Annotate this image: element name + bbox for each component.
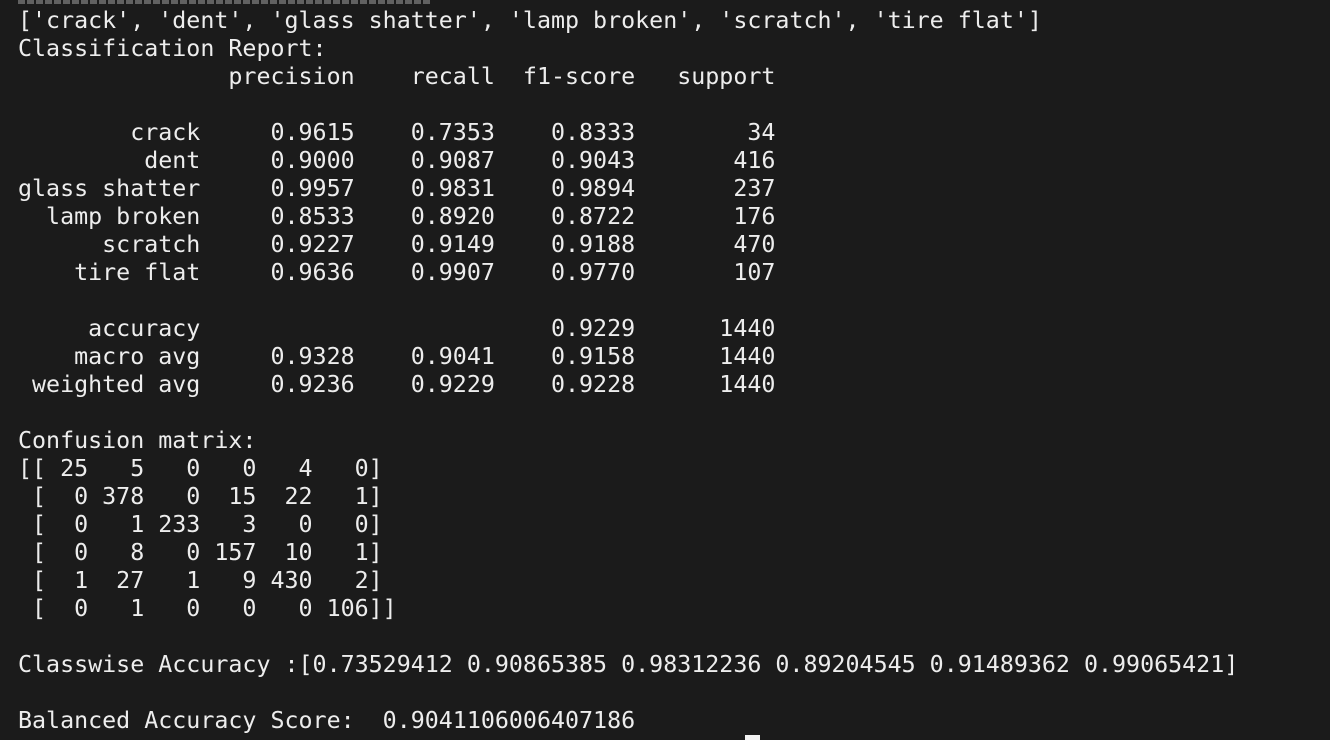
- output-text: ['crack', 'dent', 'glass shatter', 'lamp…: [18, 7, 1238, 735]
- terminal-output: ['crack', 'dent', 'glass shatter', 'lamp…: [0, 0, 1330, 740]
- report-row: lamp broken 0.8533 0.8920 0.8722 176: [18, 203, 776, 230]
- report-row: glass shatter 0.9957 0.9831 0.9894 237: [18, 175, 776, 202]
- confusion-row: [ 0 8 0 157 10 1]: [18, 539, 383, 566]
- summary-row: accuracy 0.9229 1440: [18, 315, 776, 342]
- report-row: tire flat 0.9636 0.9907 0.9770 107: [18, 259, 776, 286]
- truncated-previous-line: [18, 0, 430, 4]
- report-title: Classification Report:: [18, 35, 327, 62]
- classwise-accuracy-line: Classwise Accuracy :[0.73529412 0.908653…: [18, 651, 1239, 678]
- confusion-row: [ 0 1 233 3 0 0]: [18, 511, 383, 538]
- report-row: dent 0.9000 0.9087 0.9043 416: [18, 147, 776, 174]
- report-row: crack 0.9615 0.7353 0.8333 34: [18, 119, 776, 146]
- summary-row: weighted avg 0.9236 0.9229 0.9228 1440: [18, 371, 776, 398]
- confusion-title: Confusion matrix:: [18, 427, 257, 454]
- confusion-row: [ 0 1 0 0 0 106]]: [18, 595, 397, 622]
- report-header: precision recall f1-score support: [18, 63, 776, 90]
- report-row: scratch 0.9227 0.9149 0.9188 470: [18, 231, 776, 258]
- balanced-accuracy-line: Balanced Accuracy Score: 0.9041106006407…: [18, 707, 636, 734]
- class-labels-line: ['crack', 'dent', 'glass shatter', 'lamp…: [18, 7, 1042, 34]
- confusion-row: [ 0 378 0 15 22 1]: [18, 483, 383, 510]
- text-cursor: [745, 735, 760, 740]
- confusion-row: [ 1 27 1 9 430 2]: [18, 567, 383, 594]
- confusion-row: [[ 25 5 0 0 4 0]: [18, 455, 383, 482]
- summary-row: macro avg 0.9328 0.9041 0.9158 1440: [18, 343, 776, 370]
